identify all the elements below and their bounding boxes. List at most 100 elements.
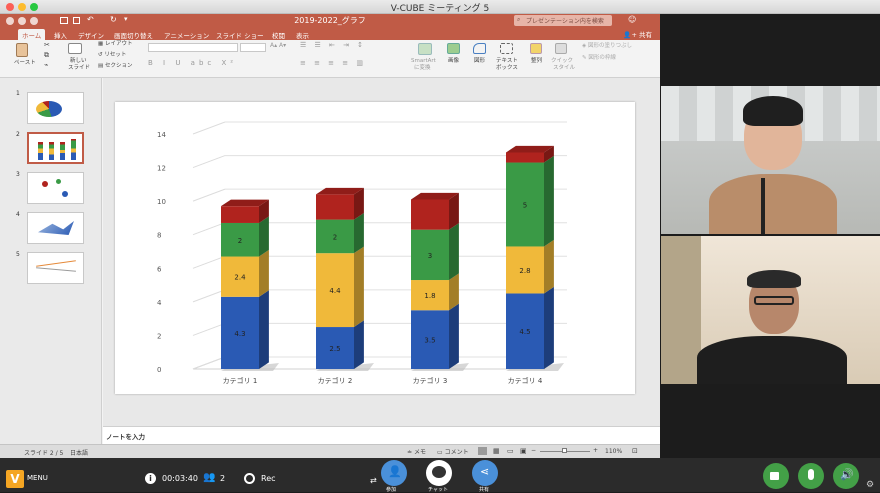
info-icon[interactable]: i bbox=[145, 473, 156, 484]
x-category-label: カテゴリ 3 bbox=[413, 376, 448, 385]
notes-toggle-label: メモ bbox=[413, 449, 426, 456]
tab-slideshow[interactable]: スライド ショー bbox=[212, 29, 268, 40]
textbox-icon[interactable] bbox=[500, 43, 513, 54]
data-label: 4.5 bbox=[519, 328, 530, 336]
slide-thumb-2[interactable] bbox=[27, 132, 84, 164]
arrange-icon[interactable] bbox=[530, 43, 542, 54]
notes-toggle[interactable]: ≐ メモ bbox=[407, 447, 426, 456]
slide-thumb-1[interactable] bbox=[27, 92, 84, 124]
font-format-icons[interactable]: B I U abc X² bbox=[148, 60, 237, 67]
new-slide-icon[interactable] bbox=[68, 43, 82, 54]
participant-1-sweater bbox=[709, 174, 837, 234]
shape-outline-button[interactable]: ✎ 図形の枠線 bbox=[582, 55, 616, 61]
stacked-bar-chart[interactable]: 0 2 4 6 8 10 12 14 4.3 2.4 2 カテゴリ 1 2.5 4.4 2 カテゴリ 2 3.5… bbox=[115, 102, 635, 394]
search-input[interactable]: プレゼンテーション内を検索 bbox=[514, 15, 612, 26]
bar-thumbnail-icon bbox=[38, 142, 43, 160]
line-thumbnail-icon bbox=[36, 260, 76, 267]
zoom-out-icon[interactable]: − bbox=[531, 447, 536, 454]
smartart-icon[interactable] bbox=[418, 43, 432, 55]
slide-thumb-4[interactable] bbox=[27, 212, 84, 244]
cut-icon[interactable]: ✂ bbox=[44, 42, 50, 49]
quick-styles-icon[interactable] bbox=[555, 43, 567, 54]
format-painter-icon[interactable]: ⌁ bbox=[44, 62, 48, 69]
align-icons[interactable]: ≡ ≡ ≡ ≡ ▥ bbox=[300, 60, 366, 67]
notes-pane[interactable]: ノートを入力 bbox=[103, 426, 660, 444]
shape-icon[interactable] bbox=[473, 43, 486, 54]
picture-icon[interactable] bbox=[447, 43, 460, 54]
share-screen-button[interactable]: ⋖ bbox=[472, 460, 498, 486]
font-name-field[interactable] bbox=[148, 43, 238, 52]
slideshow-view-icon[interactable]: ▣ bbox=[520, 447, 527, 455]
slide-number: 4 bbox=[16, 211, 20, 218]
slide-number: 1 bbox=[16, 90, 20, 97]
paragraph-icons[interactable]: ☰ ☰ ⇤ ⇥ ↕ bbox=[300, 42, 366, 49]
data-label: 4.4 bbox=[329, 287, 341, 295]
paste-icon[interactable] bbox=[16, 43, 28, 57]
status-bar: スライド 2 / 5 日本語 ≐ メモ ▭ コメント ▦ ▭ ▣ − + 110… bbox=[0, 444, 660, 458]
y-tick-label: 2 bbox=[157, 332, 161, 340]
participant-2-hair bbox=[747, 270, 801, 288]
gridline-side bbox=[192, 289, 226, 303]
speaker-button[interactable]: 🔊 bbox=[833, 463, 859, 489]
current-slide[interactable]: 0 2 4 6 8 10 12 14 4.3 2.4 2 カテゴリ 1 2.5 4.4 2 カテゴリ 2 3.5… bbox=[115, 102, 635, 394]
search-icon: ⌕ bbox=[517, 16, 521, 23]
comments-toggle[interactable]: ▭ コメント bbox=[437, 447, 469, 456]
font-size-field[interactable] bbox=[240, 43, 266, 52]
bar-side bbox=[449, 223, 459, 281]
copy-icon[interactable]: ⧉ bbox=[44, 52, 49, 59]
record-icon[interactable] bbox=[244, 473, 255, 484]
layout-icon: ▦ bbox=[98, 41, 105, 47]
participants-button[interactable]: 👤 bbox=[381, 460, 407, 486]
reset-button[interactable]: ↺ リセット bbox=[98, 52, 126, 58]
camera-button[interactable] bbox=[763, 463, 789, 489]
normal-view-icon[interactable] bbox=[478, 447, 487, 455]
people-icon: 👤 bbox=[388, 465, 402, 478]
bar-front bbox=[506, 152, 544, 163]
fit-slide-icon[interactable]: ⊡ bbox=[632, 447, 638, 455]
paste-label: ペースト bbox=[14, 60, 36, 66]
tab-design[interactable]: デザイン bbox=[74, 29, 108, 40]
tab-home[interactable]: ホーム bbox=[18, 29, 46, 40]
share-icon: ⋖ bbox=[480, 465, 490, 478]
menu-button[interactable]: MENU bbox=[27, 474, 48, 482]
participant-count: 2 bbox=[220, 474, 226, 483]
language-indicator[interactable]: 日本語 bbox=[70, 448, 88, 457]
pie-thumbnail-icon bbox=[36, 101, 62, 117]
shape-fill-button[interactable]: ◈ 図形の塗りつぶし bbox=[582, 43, 632, 49]
tab-insert[interactable]: 挿入 bbox=[50, 29, 71, 40]
reading-view-icon[interactable]: ▭ bbox=[507, 447, 514, 455]
slide-thumb-3[interactable] bbox=[27, 172, 84, 204]
tab-view[interactable]: 表示 bbox=[292, 29, 313, 40]
bubble-thumbnail-icon bbox=[56, 179, 61, 184]
zoom-in-icon[interactable]: + bbox=[593, 447, 598, 454]
slide-thumb-5[interactable] bbox=[27, 252, 84, 284]
layout-button[interactable]: ▦ レイアウト bbox=[98, 41, 132, 47]
settings-gear-icon[interactable]: ⚙ bbox=[866, 480, 874, 490]
chat-button[interactable] bbox=[426, 460, 452, 486]
data-label: 2.8 bbox=[519, 267, 530, 275]
app-title: V-CUBE ミーティング 5 bbox=[390, 4, 490, 14]
participant-video-2[interactable] bbox=[661, 236, 880, 384]
elapsed-time: 00:03:40 bbox=[162, 474, 198, 483]
tab-transitions[interactable]: 画面切り替え bbox=[110, 29, 157, 40]
bar-side bbox=[354, 213, 364, 254]
zoom-slider-handle[interactable] bbox=[562, 448, 567, 453]
zoom-level[interactable]: 110% bbox=[605, 448, 622, 455]
smiley-icon[interactable]: ☺ bbox=[628, 15, 636, 24]
rec-label[interactable]: Rec bbox=[261, 474, 276, 483]
swap-icon[interactable]: ⇄ bbox=[370, 476, 377, 485]
vcube-logo-icon[interactable]: V bbox=[6, 470, 24, 488]
gridline-side bbox=[192, 322, 226, 336]
microphone-icon bbox=[808, 469, 814, 480]
bar-side bbox=[354, 320, 364, 369]
section-button[interactable]: ▤ セクション bbox=[98, 63, 132, 69]
data-label: 3.5 bbox=[424, 337, 435, 345]
participant-video-1[interactable] bbox=[661, 86, 880, 234]
gridline-side bbox=[192, 121, 226, 135]
share-button[interactable]: 👤+ 共有 bbox=[623, 29, 652, 39]
font-size-up-icon[interactable]: A▴ A▾ bbox=[270, 43, 286, 49]
tab-animations[interactable]: アニメーション bbox=[160, 29, 213, 40]
sorter-view-icon[interactable]: ▦ bbox=[493, 447, 500, 455]
microphone-button[interactable] bbox=[798, 463, 824, 489]
tab-review[interactable]: 校閲 bbox=[268, 29, 289, 40]
